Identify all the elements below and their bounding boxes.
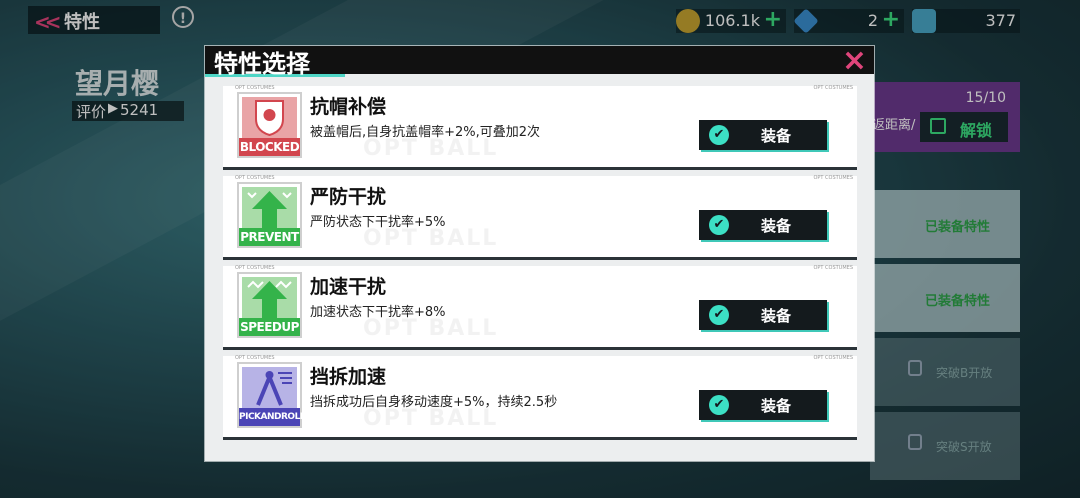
card-tag: OPT COSTUMES [235, 265, 275, 271]
badge-label: SPEEDUP [239, 318, 300, 336]
equip-label: 装备 [761, 307, 792, 325]
badge-art [242, 97, 297, 139]
trait-name: 挡拆加速 [310, 366, 387, 388]
trait-name: 严防干扰 [310, 186, 387, 208]
card-tag: OPT COSTUMES [813, 265, 853, 271]
trait-card: OPT COSTUMES OPT COSTUMES OPT BALL BLOCK… [223, 85, 857, 170]
trait-card: OPT COSTUMES OPT COSTUMES OPT BALL SPEED… [223, 265, 857, 350]
badge-label: PREVENT [239, 228, 300, 246]
check-icon: ✔ [709, 125, 729, 145]
equip-button[interactable]: ✔ 装备 [699, 120, 827, 150]
card-tag: OPT COSTUMES [813, 85, 853, 91]
blocked-badge-icon: BLOCKED [237, 92, 302, 158]
equip-label: 装备 [761, 217, 792, 235]
badge-art [242, 367, 297, 409]
close-icon[interactable]: × [835, 46, 874, 76]
badge-label: PICKANDROLL [239, 408, 306, 426]
equip-button[interactable]: ✔ 装备 [699, 300, 827, 330]
trait-desc: 被盖帽后,自身抗盖帽率+2%,可叠加2次 [310, 125, 541, 140]
speedup-badge-icon: SPEEDUP [237, 272, 302, 338]
check-icon: ✔ [709, 215, 729, 235]
pickandroll-badge-icon: PICKANDROLL [237, 362, 306, 428]
equip-button[interactable]: ✔ 装备 [699, 390, 827, 420]
prevent-badge-icon: PREVENT [237, 182, 302, 248]
card-tag: OPT COSTUMES [235, 175, 275, 181]
modal-title: 特性选择 [214, 50, 310, 78]
check-icon: ✔ [709, 305, 729, 325]
trait-desc: 加速状态下干扰率+8% [310, 305, 446, 320]
card-tag: OPT COSTUMES [813, 355, 853, 361]
check-icon: ✔ [709, 395, 729, 415]
trait-select-modal: 特性选择 × OPT COSTUMES OPT COSTUMES OPT BAL… [205, 46, 874, 461]
card-tag: OPT COSTUMES [813, 175, 853, 181]
trait-desc: 挡拆成功后自身移动速度+5%，持续2.5秒 [310, 395, 558, 410]
trait-name: 抗帽补偿 [310, 96, 387, 118]
trait-card: OPT COSTUMES OPT COSTUMES OPT BALL PREVE… [223, 175, 857, 260]
badge-label: BLOCKED [239, 138, 300, 156]
equip-label: 装备 [761, 397, 792, 415]
equip-label: 装备 [761, 127, 792, 145]
badge-art [242, 187, 297, 229]
trait-desc: 严防状态下干扰率+5% [310, 215, 446, 230]
badge-art [242, 277, 297, 319]
trait-name: 加速干扰 [310, 276, 387, 298]
card-tag: OPT COSTUMES [235, 355, 275, 361]
card-tag: OPT COSTUMES [235, 85, 275, 91]
equip-button[interactable]: ✔ 装备 [699, 210, 827, 240]
trait-card: OPT COSTUMES OPT COSTUMES OPT BALL PICKA… [223, 355, 857, 440]
